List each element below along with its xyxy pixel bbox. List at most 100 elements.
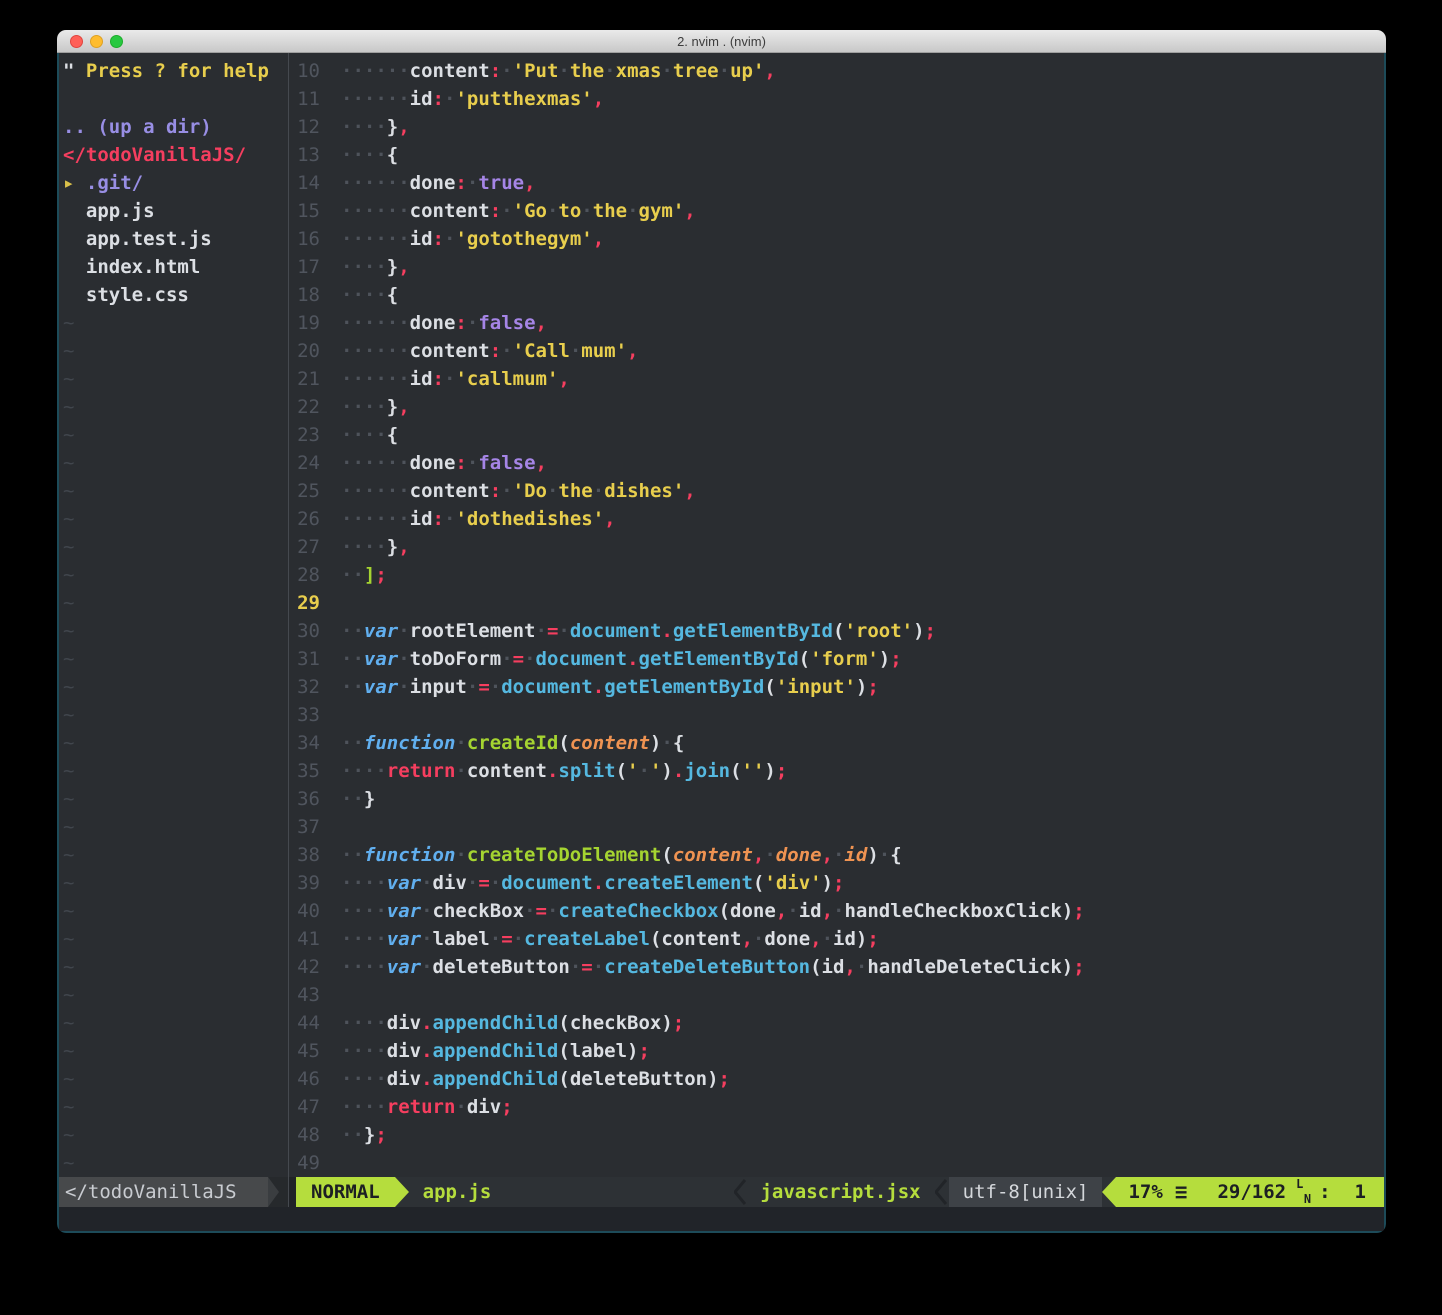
empty-line-tilde: ~ [59,337,288,365]
powerline-arrow-icon [268,1177,279,1207]
code-line-48[interactable]: 48··}; [289,1121,1384,1149]
code-line-41[interactable]: 41····var·label·=·createLabel(content,·d… [289,925,1384,953]
terminal-window: 2. nvim . (nvim) " Press ? for help.. (u… [57,30,1386,1233]
code-line-21[interactable]: 21······id:·'callmum', [289,365,1384,393]
code-line-10[interactable]: 10······content:·'Put·the·xmas·tree·up', [289,57,1384,85]
code-line-32[interactable]: 32··var·input·=·document.getElementById(… [289,673,1384,701]
code-line-47[interactable]: 47····return·div; [289,1093,1384,1121]
code-line-24[interactable]: 24······done:·false, [289,449,1384,477]
line-number: 41 [289,925,320,953]
code-line-44[interactable]: 44····div.appendChild(checkBox); [289,1009,1384,1037]
line-number: 44 [289,1009,320,1037]
code-line-34[interactable]: 34··function·createId(content)·{ [289,729,1384,757]
empty-line-tilde: ~ [59,533,288,561]
line-number: 16 [289,225,320,253]
line-number: 17 [289,253,320,281]
position-segment: 17% ≡ 29/162 L N : 1 [1116,1177,1384,1207]
empty-line-tilde: ~ [59,645,288,673]
code-line-22[interactable]: 22····}, [289,393,1384,421]
empty-line-tilde: ~ [59,1149,288,1177]
filetype-label: javascript.jsx [760,1177,920,1207]
code-line-37[interactable]: 37 [289,813,1384,841]
code-line-17[interactable]: 17····}, [289,253,1384,281]
code-line-15[interactable]: 15······content:·'Go·to·the·gym', [289,197,1384,225]
empty-line-tilde: ~ [59,393,288,421]
filename-label: app.js [423,1177,492,1207]
code-line-35[interactable]: 35····return·content.split('·').join('')… [289,757,1384,785]
code-line-27[interactable]: 27····}, [289,533,1384,561]
empty-line-tilde: ~ [59,981,288,1009]
line-number: 21 [289,365,320,393]
line-number: 11 [289,85,320,113]
tree-root[interactable]: </todoVanillaJS/ [59,141,288,169]
code-line-28[interactable]: 28··]; [289,561,1384,589]
empty-line-tilde: ~ [59,449,288,477]
line-number: 48 [289,1121,320,1149]
explorer-status-label: </todoVanillaJS [59,1177,268,1207]
tree-item-index-html[interactable]: index.html [59,253,288,281]
blank-row [59,85,288,113]
code-line-31[interactable]: 31··var·toDoForm·=·document.getElementBy… [289,645,1384,673]
tree-up-dir[interactable]: .. (up a dir) [59,113,288,141]
airline-statusline: NORMAL app.js javascript.jsx utf-8[unix]… [289,1177,1384,1207]
tree-item-style-css[interactable]: style.css [59,281,288,309]
code-line-46[interactable]: 46····div.appendChild(deleteButton); [289,1065,1384,1093]
empty-line-tilde: ~ [59,505,288,533]
line-number: 40 [289,897,320,925]
tree-item-git-dir[interactable]: ▸ .git/ [59,169,288,197]
line-number: 43 [289,981,320,1009]
line-number: 12 [289,113,320,141]
code-line-20[interactable]: 20······content:·'Call·mum', [289,337,1384,365]
command-line[interactable] [59,1207,1384,1231]
empty-line-tilde: ~ [59,421,288,449]
empty-line-tilde: ~ [59,1121,288,1149]
code-line-36[interactable]: 36··} [289,785,1384,813]
code-line-33[interactable]: 33 [289,701,1384,729]
code-line-11[interactable]: 11······id:·'putthexmas', [289,85,1384,113]
line-number: 49 [289,1149,320,1177]
line-number: 45 [289,1037,320,1065]
empty-line-tilde: ~ [59,1093,288,1121]
powerline-arrow-icon [1102,1177,1116,1207]
line-number-icon: L N [1296,1181,1311,1203]
empty-line-tilde: ~ [59,589,288,617]
code-line-25[interactable]: 25······content:·'Do·the·dishes', [289,477,1384,505]
code-line-40[interactable]: 40····var·checkBox·=·createCheckbox(done… [289,897,1384,925]
powerline-arrow-icon [395,1177,409,1207]
code-line-16[interactable]: 16······id:·'gotothegym', [289,225,1384,253]
code-line-19[interactable]: 19······done:·false, [289,309,1384,337]
code-line-23[interactable]: 23····{ [289,421,1384,449]
tree-item-app-js[interactable]: app.js [59,197,288,225]
tree-item-app-test-js[interactable]: app.test.js [59,225,288,253]
code-line-30[interactable]: 30··var·rootElement·=·document.getElemen… [289,617,1384,645]
mode-indicator: NORMAL [296,1177,395,1207]
line-number: 13 [289,141,320,169]
scroll-percent: 17% [1128,1181,1162,1203]
code-line-38[interactable]: 38··function·createToDoElement(content,·… [289,841,1384,869]
code-line-39[interactable]: 39····var·div·=·document.createElement('… [289,869,1384,897]
code-line-12[interactable]: 12····}, [289,113,1384,141]
line-number: 22 [289,393,320,421]
code-line-45[interactable]: 45····div.appendChild(label); [289,1037,1384,1065]
code-line-43[interactable]: 43 [289,981,1384,1009]
empty-line-tilde: ~ [59,701,288,729]
code-line-29[interactable]: 29 [289,589,1384,617]
code-line-13[interactable]: 13····{ [289,141,1384,169]
code-line-42[interactable]: 42····var·deleteButton·=·createDeleteBut… [289,953,1384,981]
cursor-position: 29/162 [1217,1181,1286,1203]
line-number: 19 [289,309,320,337]
cursor-column: 1 [1355,1181,1366,1203]
empty-line-tilde: ~ [59,813,288,841]
code-line-49[interactable]: 49 [289,1149,1384,1177]
editor-pane[interactable]: 10······content:·'Put·the·xmas·tree·up',… [289,53,1384,1177]
separator-chevron-icon [935,1179,947,1205]
code-line-26[interactable]: 26······id:·'dothedishes', [289,505,1384,533]
code-line-18[interactable]: 18····{ [289,281,1384,309]
file-explorer-pane: " Press ? for help.. (up a dir)</todoVan… [59,53,288,1177]
empty-line-tilde: ~ [59,729,288,757]
empty-line-tilde: ~ [59,561,288,589]
code-line-14[interactable]: 14······done:·true, [289,169,1384,197]
empty-line-tilde: ~ [59,1065,288,1093]
line-number: 36 [289,785,320,813]
line-number: 38 [289,841,320,869]
